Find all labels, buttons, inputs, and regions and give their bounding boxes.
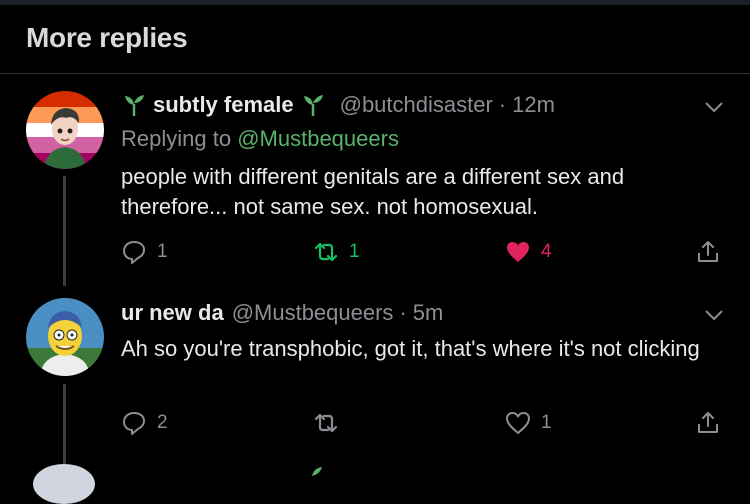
display-name[interactable]: ur new da [121,300,224,326]
like-button[interactable]: 1 [505,410,552,436]
thread-line [63,176,66,286]
mention-link[interactable]: @Mustbequeers [237,126,399,151]
thread-line [63,384,66,464]
display-name[interactable]: subtly female [153,92,294,118]
timestamp[interactable]: 5m [413,300,444,326]
seedling-icon [312,467,322,476]
reply-count: 1 [157,241,168,262]
share-icon [698,412,718,433]
avatar[interactable] [26,298,104,376]
retweet-icon [314,413,338,433]
cartoon-character-avatar-icon [26,298,104,376]
retweet-button[interactable]: 1 [313,239,360,265]
tweet-header: ur new da @Mustbequeers · 5m [121,298,443,328]
tweet-text: people with different genitals are a dif… [121,164,625,219]
retweet-count: 1 [349,241,360,262]
tweet-actions: 2 1 [121,410,725,438]
replying-to-label: Replying to [121,126,232,151]
separator-dot: · [498,92,507,117]
share-icon [698,241,718,262]
reply-button[interactable]: 2 [121,410,168,436]
top-divider [0,0,750,5]
reply-icon [123,412,145,435]
retweet-button[interactable] [313,410,349,436]
heart-outline-icon [506,412,530,434]
replying-to: Replying to @Mustbequeers [121,126,399,152]
section-title: More replies [26,22,188,53]
avatar[interactable] [26,91,104,169]
section-divider [0,73,750,74]
chevron-down-icon[interactable] [704,100,724,114]
user-handle[interactable]: @butchdisaster [340,92,493,118]
share-button[interactable] [695,410,731,436]
tweet-actions: 1 1 4 [121,239,725,267]
reply-count: 2 [157,412,168,433]
like-count: 4 [541,241,552,262]
timestamp[interactable]: 12m [512,92,555,118]
avatar[interactable] [33,464,95,504]
like-count: 1 [541,412,552,433]
retweet-icon [314,242,338,262]
share-button[interactable] [695,239,731,265]
tweet-header: subtly female @butchdisaster · 12m [121,90,555,120]
reply-icon [123,241,145,264]
like-button[interactable]: 4 [505,239,552,265]
heart-filled-icon [507,242,529,262]
tweet-text: Ah so you're transphobic, got it, that's… [121,336,700,361]
lesbian-flag-avatar-icon [26,91,104,169]
separator-dot: · [399,300,407,325]
user-handle[interactable]: @Mustbequeers [232,300,394,326]
seedling-icon [125,95,144,116]
chevron-down-icon[interactable] [704,308,724,322]
reply-button[interactable]: 1 [121,239,168,265]
seedling-icon [303,95,323,116]
